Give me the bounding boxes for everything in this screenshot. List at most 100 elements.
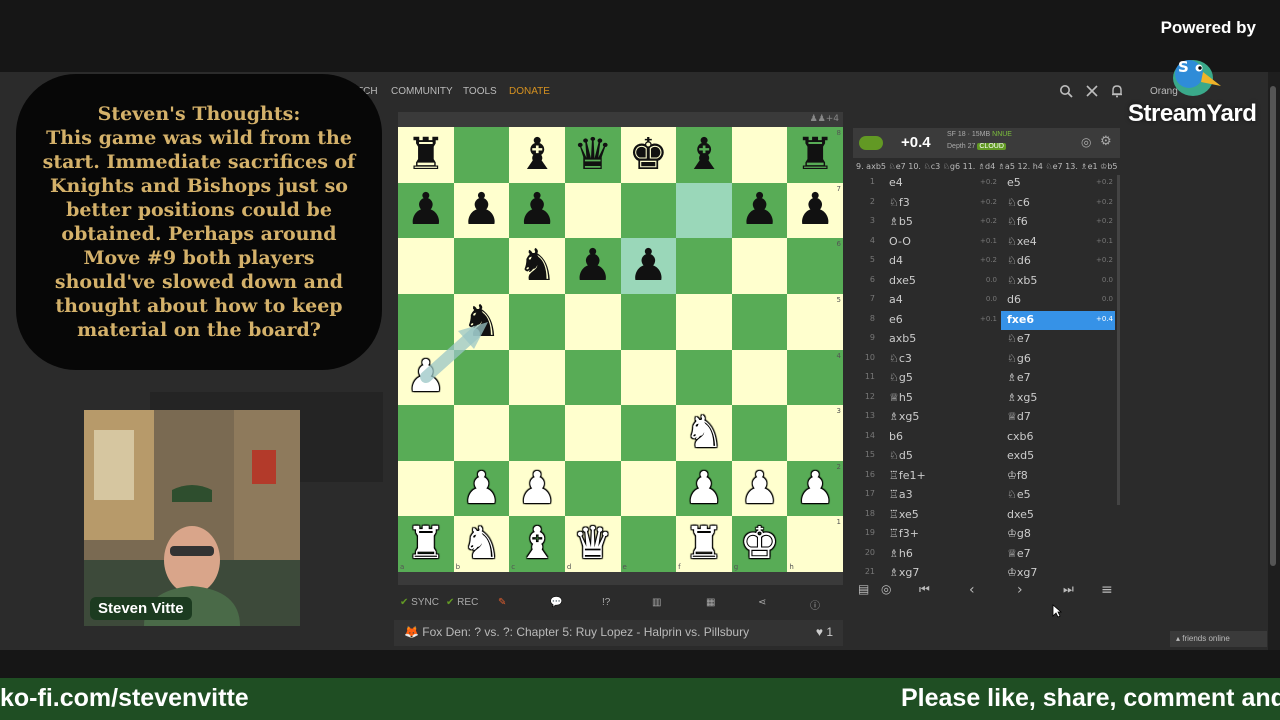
black-pawn-piece[interactable]: ♟ [573,244,612,288]
black-knight-piece[interactable]: ♞ [517,244,556,288]
white-move[interactable]: ♖xe5 [889,508,919,521]
white-knight-piece[interactable]: ♞ [684,410,723,455]
white-pawn-piece[interactable]: ♟ [517,466,556,511]
black-move[interactable]: ♔xg7 [1007,566,1037,578]
nav-donate[interactable]: DONATE [509,86,550,97]
menu-icon[interactable]: ≡ [1101,582,1113,598]
white-rook-piece[interactable]: ♜ [684,522,723,566]
square-c7[interactable]: ♟ [509,182,565,239]
white-move[interactable]: a4 [889,293,903,306]
square-f5[interactable] [676,293,732,350]
bell-icon[interactable] [1109,84,1125,100]
square-g4[interactable] [731,349,788,406]
engine-pv-line[interactable]: 9. axb5 ♘e7 10. ♘c3 ♘g6 11. ♗d4 ♗a5 12. … [853,159,1120,174]
square-g6[interactable] [731,238,788,294]
nav-community[interactable]: COMMUNITY [391,86,453,97]
square-a3[interactable] [398,405,454,461]
white-queen-piece[interactable]: ♛ [573,522,612,566]
square-h3[interactable]: 3 [787,405,843,461]
white-move[interactable]: axb5 [889,332,916,345]
friends-online-tab[interactable]: ▴ friends online [1170,631,1267,647]
move-list[interactable]: 1 e4 +0.2 e5 +0.2 2 ♘f3 +0.2 ♘c6 +0.2 3 ♗b5 +0.2 ♘f6 +… [853,174,1120,578]
glyphs-icon[interactable]: !? [602,597,610,608]
white-move[interactable]: ♖fe1+ [889,469,926,482]
white-rook-piece[interactable]: ♜ [406,522,445,566]
square-g7[interactable]: ♟ [731,182,788,239]
white-move[interactable]: ♘g5 [889,371,913,384]
square-g5[interactable] [731,293,788,350]
sync-toggle[interactable]: ✔ SYNC [400,597,439,608]
black-move[interactable]: dxe5 [1007,508,1034,521]
nav-tools[interactable]: TOOLS [463,86,497,97]
black-knight-piece[interactable]: ♞ [462,299,501,344]
white-move[interactable]: ♗h6 [889,547,913,560]
black-move[interactable]: exd5 [1007,449,1034,462]
black-move[interactable]: cxb6 [1007,430,1034,443]
square-h6[interactable]: 6 [787,238,843,294]
square-a7[interactable]: ♟ [398,182,454,239]
black-move[interactable]: ♘xe4 [1007,235,1037,248]
black-move[interactable]: ♔g8 [1007,527,1031,540]
black-move[interactable]: ♘c6 [1007,196,1030,209]
square-e3[interactable] [620,405,677,461]
square-a1[interactable]: ♜ a [398,516,454,572]
comment-icon[interactable]: 💬 [550,597,562,608]
page-scrollbar[interactable] [1268,72,1280,650]
black-rook-piece[interactable]: ♜ [406,132,445,177]
black-rook-piece[interactable]: ♜ [795,132,834,177]
black-pawn-piece[interactable]: ♟ [795,188,834,232]
grid-icon[interactable]: ▦ [706,597,715,608]
square-a2[interactable] [398,460,454,517]
practice-icon[interactable]: ◎ [881,582,891,596]
white-bishop-piece[interactable]: ♝ [517,522,556,566]
square-e1[interactable]: e [620,516,677,572]
move-list-scrollbar[interactable] [1117,175,1120,505]
square-e6[interactable]: ♟ [620,238,677,294]
chart-icon[interactable]: ▥ [652,597,661,608]
black-move[interactable]: ♘e7 [1007,332,1031,345]
black-move[interactable]: fxe6 [1007,313,1034,326]
rec-toggle[interactable]: ✔ REC [446,597,478,608]
square-c1[interactable]: ♝ c [509,516,565,572]
square-g1[interactable]: ♚ g [731,516,788,572]
white-pawn-piece[interactable]: ♟ [462,466,501,511]
square-a8[interactable]: ♜ [398,127,454,183]
square-a5[interactable] [398,293,454,350]
book-icon[interactable]: ▤ [858,582,869,596]
square-e2[interactable] [620,460,677,517]
black-king-piece[interactable]: ♚ [629,132,668,177]
square-g2[interactable]: ♟ [731,460,788,517]
square-h8[interactable]: ♜ 8 [787,127,843,183]
square-b6[interactable] [453,238,510,294]
black-move[interactable]: ♔f8 [1007,469,1028,482]
white-pawn-piece[interactable]: ♟ [406,355,445,399]
black-move[interactable]: ♘xb5 [1007,274,1037,287]
white-move[interactable]: d4 [889,254,903,267]
square-d5[interactable] [564,293,621,350]
square-a4[interactable]: ♟ [398,349,454,406]
square-f2[interactable]: ♟ [676,460,732,517]
engine-toggle[interactable] [859,136,883,150]
black-move[interactable]: ♘g6 [1007,352,1031,365]
square-h5[interactable]: 5 [787,293,843,350]
black-pawn-piece[interactable]: ♟ [462,188,501,232]
black-bishop-piece[interactable]: ♝ [517,132,556,177]
square-d4[interactable] [564,349,621,406]
white-move[interactable]: ♘d5 [889,449,913,462]
black-move[interactable]: d6 [1007,293,1021,306]
square-h4[interactable]: 4 [787,349,843,406]
black-move[interactable]: ♘e5 [1007,488,1031,501]
last-move-icon[interactable]: ⏭ [1063,582,1074,597]
white-move[interactable]: e4 [889,176,903,189]
white-move[interactable]: O-O [889,235,911,248]
black-move[interactable]: ♕d7 [1007,410,1031,423]
black-move[interactable]: ♘f6 [1007,215,1028,228]
square-b7[interactable]: ♟ [453,182,510,239]
white-move[interactable]: b6 [889,430,903,443]
black-pawn-piece[interactable]: ♟ [517,188,556,232]
square-h2[interactable]: ♟ 2 [787,460,843,517]
black-queen-piece[interactable]: ♛ [573,132,612,177]
black-bishop-piece[interactable]: ♝ [684,132,723,177]
target-icon[interactable]: ◎ [1081,135,1091,149]
tags-icon[interactable]: ✎ [498,597,506,608]
